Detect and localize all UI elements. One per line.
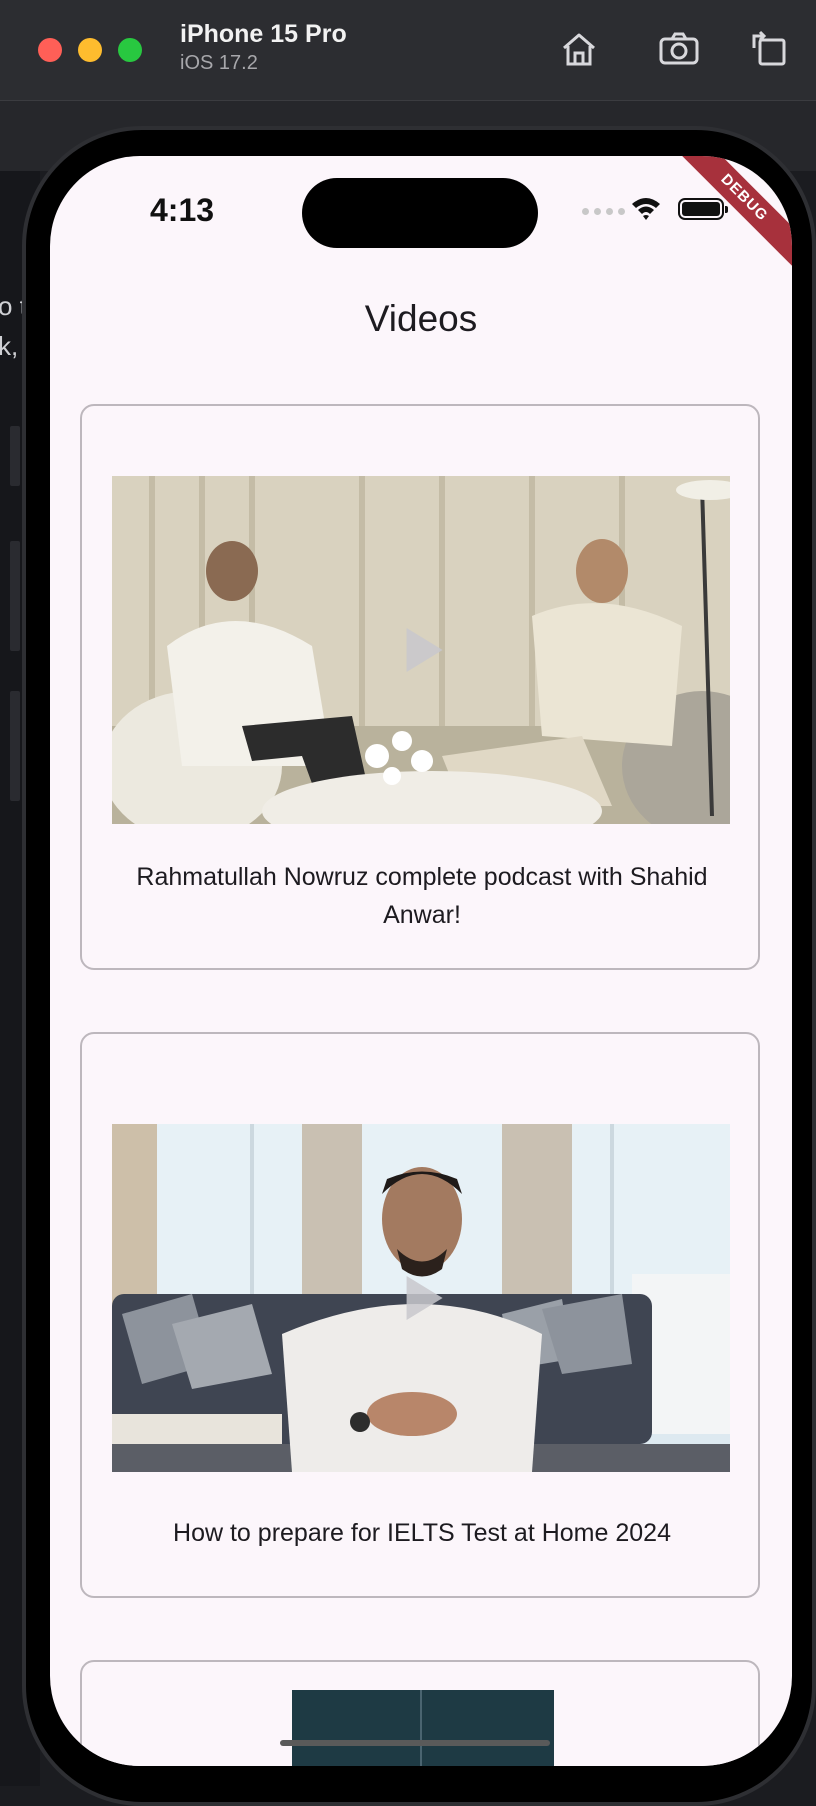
video-caption: Rahmatullah Nowruz complete podcast with… [136,863,708,929]
play-icon[interactable] [406,628,443,672]
video-card[interactable]: Rahmatullah Nowruz complete podcast with… [80,404,760,970]
status-time: 4:13 [150,192,215,228]
wifi-icon [630,194,662,222]
video-caption: How to prepare for IELTS Test at Home 20… [173,1519,671,1547]
camera-icon[interactable] [656,26,702,72]
device-name: iPhone 15 Pro [180,20,347,48]
play-icon[interactable] [406,1276,443,1320]
cellular-signal-icon [582,208,625,215]
dynamic-island [302,178,538,248]
video-thumbnail[interactable] [292,1690,554,1766]
debug-banner: DEBUG [682,156,792,266]
video-thumbnail[interactable] [112,476,730,824]
os-version: iOS 17.2 [180,52,258,74]
page-title: Videos [364,298,478,339]
app-screen: 4:13 DEBUG Videos Rahmatullah Nowruz com… [50,156,792,1766]
background-fragment [10,426,20,486]
video-card[interactable]: How to prepare for IELTS Test at Home 20… [80,1032,760,1598]
background-fragment [10,691,20,801]
video-card[interactable] [80,1660,760,1766]
background-fragment [10,541,20,651]
home-indicator[interactable] [280,1740,550,1746]
background-text: k, [0,331,19,361]
home-icon[interactable] [556,26,602,72]
close-window-button[interactable] [38,38,62,62]
zoom-window-button[interactable] [118,38,142,62]
video-thumbnail[interactable] [112,1124,730,1472]
minimize-window-button[interactable] [78,38,102,62]
rotate-icon[interactable] [746,26,792,72]
simulator-title-bar: iPhone 15 Pro iOS 17.2 [0,0,816,101]
